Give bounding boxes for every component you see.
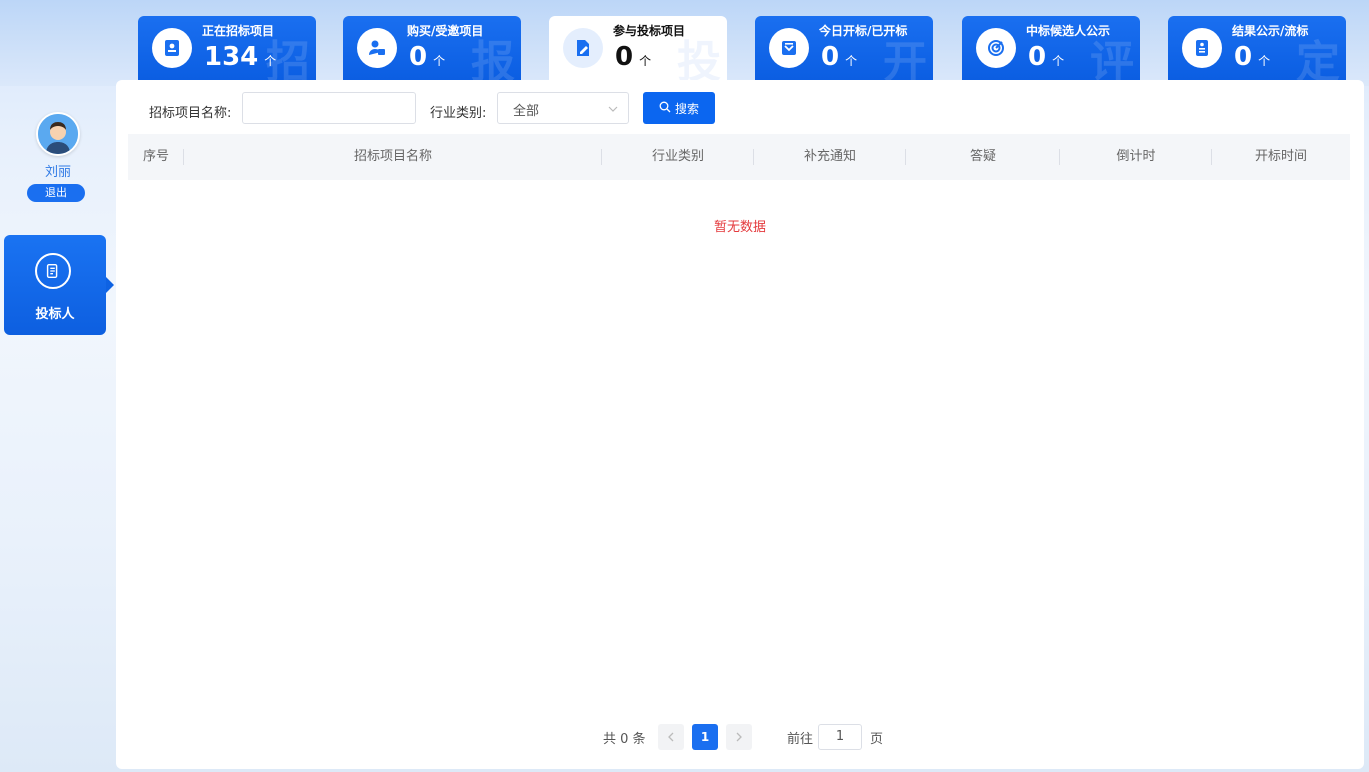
col-header-countdown[interactable]: 倒计时 bbox=[1060, 134, 1212, 180]
stat-title: 参与投标项目 bbox=[613, 24, 686, 38]
stat-title: 购买/受邀项目 bbox=[407, 24, 484, 38]
col-header-industry[interactable]: 行业类别 bbox=[602, 134, 754, 180]
stat-count: 0个 bbox=[1234, 42, 1271, 72]
total-count: 共 0 条 bbox=[603, 732, 646, 747]
sidebar-item-label: 投标人 bbox=[35, 307, 75, 322]
avatar[interactable] bbox=[36, 112, 80, 156]
project-name-label: 招标项目名称: bbox=[149, 106, 232, 121]
chevron-right-icon bbox=[736, 732, 742, 742]
chevron-left-icon bbox=[668, 732, 674, 742]
active-indicator bbox=[106, 277, 114, 293]
stat-card-results[interactable]: 定 结果公示/流标 0个 bbox=[1168, 16, 1346, 80]
table-header: 序号 招标项目名称 行业类别 补充通知 答疑 倒计时 开标时间 bbox=[128, 134, 1350, 180]
prev-page-button[interactable] bbox=[658, 724, 684, 750]
envelope-open-icon bbox=[769, 28, 809, 68]
chevron-down-icon bbox=[608, 103, 618, 118]
stat-card-bidding[interactable]: 招 正在招标项目 134 个 bbox=[138, 16, 316, 80]
col-header-qa[interactable]: 答疑 bbox=[906, 134, 1060, 180]
user-name: 刘丽 bbox=[44, 165, 71, 180]
certificate-icon bbox=[1182, 28, 1222, 68]
empty-state: 暂无数据 bbox=[713, 220, 766, 235]
col-header-index[interactable]: 序号 bbox=[128, 134, 184, 180]
search-button[interactable]: 搜索 bbox=[643, 92, 715, 124]
search-icon bbox=[659, 101, 671, 116]
page-suffix: 页 bbox=[870, 732, 884, 747]
page-1-button[interactable]: 1 bbox=[692, 724, 718, 750]
stat-title: 中标候选人公示 bbox=[1026, 24, 1111, 38]
search-label: 搜索 bbox=[674, 101, 699, 116]
stat-card-candidates[interactable]: 评 中标候选人公示 0个 bbox=[962, 16, 1140, 80]
project-name-input[interactable] bbox=[242, 92, 416, 124]
stats-bar: 招 正在招标项目 134 个 报 购买/受邀项目 0个 投 参与投标项目 0个 开… bbox=[0, 0, 1369, 86]
stat-count: 134 个 bbox=[204, 42, 277, 72]
stat-count: 0个 bbox=[409, 42, 446, 72]
target-icon bbox=[976, 28, 1016, 68]
stat-title: 今日开标/已开标 bbox=[819, 24, 908, 38]
stat-card-opening[interactable]: 开 今日开标/已开标 0个 bbox=[755, 16, 933, 80]
main-panel: 招标项目名称: 行业类别: 全部 搜索 序号 招标项目名称 行业类别 补充通知 … bbox=[116, 80, 1364, 769]
stat-count: 0个 bbox=[615, 42, 652, 72]
id-card-icon bbox=[152, 28, 192, 68]
next-page-button[interactable] bbox=[726, 724, 752, 750]
stat-card-purchased[interactable]: 报 购买/受邀项目 0个 bbox=[343, 16, 521, 80]
goto-page-input[interactable]: 1 bbox=[818, 724, 862, 750]
stat-card-participating[interactable]: 投 参与投标项目 0个 bbox=[549, 16, 727, 80]
col-header-project-name[interactable]: 招标项目名称 bbox=[184, 134, 602, 180]
industry-value: 全部 bbox=[513, 104, 540, 119]
document-icon bbox=[35, 253, 71, 289]
edit-doc-icon bbox=[563, 28, 603, 68]
col-header-notice[interactable]: 补充通知 bbox=[754, 134, 906, 180]
logout-button[interactable]: 退出 bbox=[27, 184, 85, 202]
sidebar-item-bidder[interactable]: 投标人 bbox=[4, 235, 114, 335]
goto-label: 前往 bbox=[787, 732, 814, 747]
col-header-open-time[interactable]: 开标时间 bbox=[1212, 134, 1350, 180]
industry-select[interactable]: 全部 bbox=[497, 92, 629, 124]
stat-count: 0个 bbox=[821, 42, 858, 72]
user-panel: 刘丽 退出 bbox=[0, 100, 116, 220]
industry-label: 行业类别: bbox=[430, 106, 487, 121]
user-plus-icon bbox=[357, 28, 397, 68]
stat-title: 结果公示/流标 bbox=[1232, 24, 1309, 38]
stat-count: 0个 bbox=[1028, 42, 1065, 72]
stat-title: 正在招标项目 bbox=[202, 24, 275, 38]
